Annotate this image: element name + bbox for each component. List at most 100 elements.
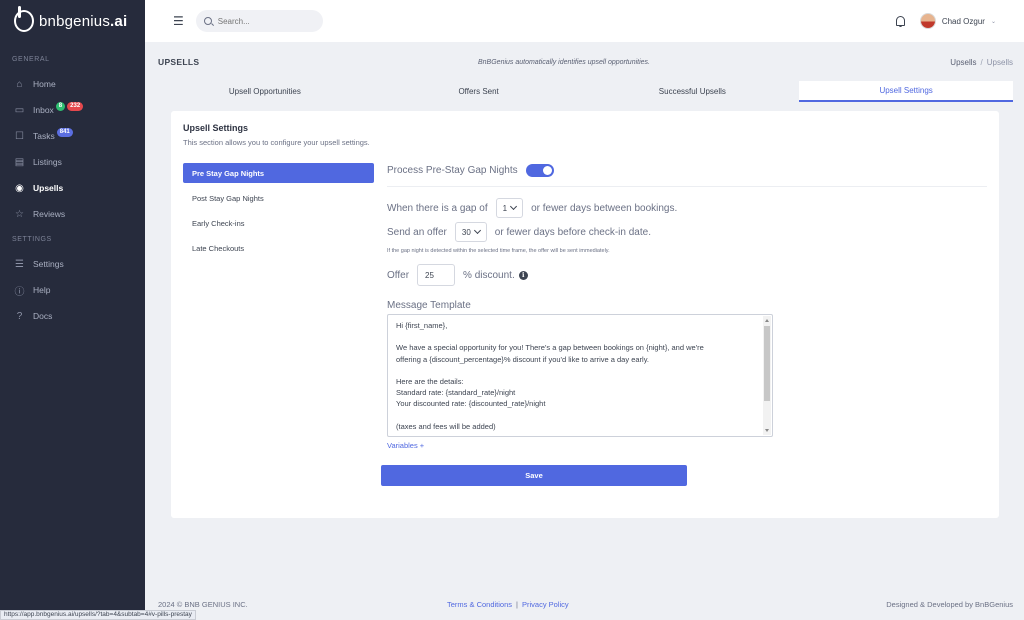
page-title: UPSELLS <box>158 57 200 67</box>
offer-row: Send an offer 30 or fewer days before ch… <box>387 222 651 242</box>
sidebar-item-settings[interactable]: ☰ Settings <box>0 251 145 277</box>
help-icon: ⓘ <box>14 286 25 298</box>
pill-post-stay-gap-nights[interactable]: Post Stay Gap Nights <box>183 188 374 208</box>
footer-copyright: 2024 © BNB GENIUS INC. <box>158 599 248 609</box>
sidebar-item-label: Settings <box>33 259 64 269</box>
template-line <box>396 365 764 376</box>
upsells-icon: ◉ <box>15 182 24 194</box>
message-template-textarea[interactable]: Hi {first_name}, We have a special oppor… <box>387 314 773 437</box>
sidebar-item-upsells[interactable]: ◉ Upsells <box>0 175 145 201</box>
sidebar-item-tasks[interactable]: ☐ Tasks 841 <box>0 123 145 149</box>
discount-suffix: % discount. <box>463 269 515 281</box>
brand-logo[interactable]: bnbgenius.ai <box>0 0 145 42</box>
tab-upsell-opportunities[interactable]: Upsell Opportunities <box>158 81 372 102</box>
chevron-down-icon <box>510 202 518 211</box>
hamburger-menu-icon[interactable]: ☰ <box>173 14 184 28</box>
footer: 2024 © BNB GENIUS INC. Terms & Condition… <box>158 598 1013 610</box>
gap-row: When there is a gap of 1 or fewer days b… <box>387 198 677 218</box>
discount-prefix: Offer <box>387 269 410 281</box>
save-button[interactable]: Save <box>381 465 687 486</box>
template-label: Message Template <box>387 300 471 311</box>
divider <box>387 186 987 187</box>
sidebar-item-label: Home <box>33 79 56 89</box>
info-icon[interactable]: i <box>518 270 528 280</box>
breadcrumb-current: Upsells <box>986 57 1013 67</box>
tab-offers-sent[interactable]: Offers Sent <box>372 81 586 102</box>
sidebar-item-label: Help <box>33 285 51 295</box>
variables-link[interactable]: Variables + <box>387 441 424 450</box>
user-menu[interactable]: Chad Ozgur ⌄ <box>919 13 996 29</box>
page-subtitle: BnBGenius automatically identifies upsel… <box>478 58 650 66</box>
template-line: Here are the details: <box>396 376 464 386</box>
card-title: Upsell Settings <box>183 123 249 133</box>
sidebar-item-label: Tasks <box>33 131 55 141</box>
user-name: Chad Ozgur <box>941 16 985 26</box>
template-line <box>396 331 764 342</box>
terms-link[interactable]: Terms & Conditions <box>447 600 512 609</box>
scroll-up-arrow-icon[interactable] <box>765 319 769 322</box>
tab-bar: Upsell Opportunities Offers Sent Success… <box>158 81 1013 102</box>
scroll-thumb[interactable] <box>764 326 770 401</box>
pill-late-checkouts[interactable]: Late Checkouts <box>183 238 374 258</box>
sidebar-item-home[interactable]: ⌂ Home <box>0 71 145 97</box>
search-input[interactable] <box>217 16 313 26</box>
sidebar-item-label: Upsells <box>33 183 64 193</box>
sliders-icon: ☰ <box>15 258 24 270</box>
process-label: Process Pre-Stay Gap Nights <box>387 164 518 176</box>
template-line: offering a {discount_percentage}% discou… <box>396 354 649 364</box>
question-icon: ? <box>16 310 23 322</box>
discount-input[interactable]: 25 <box>417 264 456 286</box>
chevron-down-icon: ⌄ <box>990 18 996 25</box>
chevron-down-icon <box>473 226 481 235</box>
gap-value: 1 <box>502 203 508 213</box>
breadcrumb-link[interactable]: Upsells <box>950 58 976 67</box>
offer-days-select[interactable]: 30 <box>454 222 487 242</box>
search-icon <box>203 17 212 25</box>
avatar <box>919 13 936 29</box>
inbox-badge-green: 8 <box>55 101 66 111</box>
sidebar-item-docs[interactable]: ? Docs <box>0 303 145 329</box>
logo-icon <box>14 6 34 32</box>
section-label-general: GENERAL <box>12 56 50 63</box>
sidebar: bnbgenius.ai GENERAL ⌂ Home ▭ Inbox 8 23… <box>0 0 145 620</box>
search-box[interactable] <box>195 10 323 32</box>
section-label-settings: SETTINGS <box>12 236 52 243</box>
tasks-icon: ☐ <box>15 130 24 142</box>
sidebar-item-help[interactable]: ⓘ Help <box>0 277 145 303</box>
sidebar-item-label: Docs <box>33 311 53 321</box>
privacy-link[interactable]: Privacy Policy <box>522 600 569 609</box>
footer-links: Terms & Conditions | Privacy Policy <box>447 600 569 609</box>
offer-hint: If the gap night is detected within the … <box>387 248 610 254</box>
sidebar-item-label: Inbox <box>33 105 54 115</box>
bell-icon[interactable] <box>895 15 906 27</box>
top-bar: ☰ Chad Ozgur ⌄ <box>145 0 1024 42</box>
textarea-scrollbar[interactable] <box>763 316 771 435</box>
breadcrumb: Upsells / Upsells <box>950 58 1013 67</box>
gap-select[interactable]: 1 <box>495 198 524 218</box>
offer-suffix: or fewer days before check-in date. <box>494 226 651 238</box>
settings-card: Upsell Settings This section allows you … <box>171 111 999 518</box>
sidebar-item-inbox[interactable]: ▭ Inbox 8 232 <box>0 97 145 123</box>
listings-icon: ▤ <box>14 156 25 168</box>
pill-early-check-ins[interactable]: Early Check-ins <box>183 213 374 233</box>
template-line: We have a special opportunity for you! T… <box>396 343 704 353</box>
sidebar-item-listings[interactable]: ▤ Listings <box>0 149 145 175</box>
sidebar-item-label: Reviews <box>33 209 66 219</box>
pill-pre-stay-gap-nights[interactable]: Pre Stay Gap Nights <box>183 163 374 183</box>
gap-prefix: When there is a gap of <box>387 202 488 214</box>
scroll-down-arrow-icon[interactable] <box>765 429 769 432</box>
discount-row: Offer 25 % discount. i <box>387 264 528 286</box>
footer-separator: | <box>516 599 518 609</box>
offer-prefix: Send an offer <box>387 226 447 238</box>
process-row: Process Pre-Stay Gap Nights <box>387 163 554 177</box>
template-line: Your discounted rate: {discounted_rate}/… <box>396 399 546 409</box>
process-toggle[interactable] <box>525 163 554 177</box>
tab-successful-upsells[interactable]: Successful Upsells <box>586 81 800 102</box>
sidebar-item-reviews[interactable]: ☆ Reviews <box>0 201 145 227</box>
star-icon: ☆ <box>15 208 24 220</box>
sidebar-item-label: Listings <box>33 157 62 167</box>
template-line <box>396 410 764 421</box>
settings-pills: Pre Stay Gap Nights Post Stay Gap Nights… <box>183 163 374 263</box>
footer-credit: Designed & Developed by BnBGenius <box>886 599 1013 609</box>
tab-upsell-settings[interactable]: Upsell Settings <box>799 81 1013 102</box>
